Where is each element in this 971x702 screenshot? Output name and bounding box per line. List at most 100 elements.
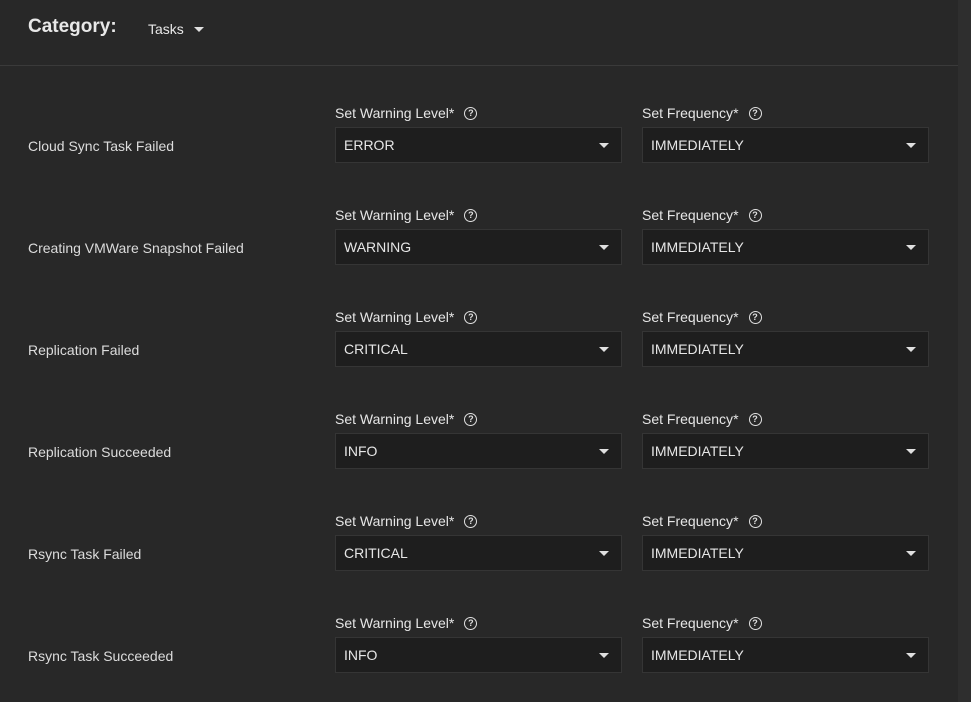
category-header: Category: Tasks: [0, 0, 958, 66]
chevron-down-icon: [599, 346, 609, 352]
alert-name: Cloud Sync Task Failed: [28, 138, 175, 154]
frequency-field: Set Frequency * ? IMMEDIATELY: [642, 205, 929, 265]
alert-name: Creating VMWare Snapshot Failed: [28, 240, 244, 256]
frequency-field: Set Frequency * ? IMMEDIATELY: [642, 613, 929, 673]
frequency-label: Set Frequency * ?: [642, 613, 929, 633]
warning-level-label-text: Set Warning Level: [335, 105, 449, 121]
required-marker: *: [733, 615, 739, 631]
required-marker: *: [733, 309, 739, 325]
warning-level-label: Set Warning Level * ?: [335, 511, 622, 531]
alert-row: Replication Failed Set Warning Level * ? …: [0, 307, 958, 409]
help-icon[interactable]: ?: [464, 514, 478, 528]
help-icon[interactable]: ?: [464, 106, 478, 120]
warning-level-value: INFO: [344, 443, 378, 459]
required-marker: *: [733, 105, 739, 121]
help-icon[interactable]: ?: [748, 310, 762, 324]
frequency-label-text: Set Frequency: [642, 105, 734, 121]
alert-row: Rsync Task Failed Set Warning Level * ? C…: [0, 511, 958, 613]
chevron-down-icon: [906, 652, 916, 658]
chevron-down-icon: [599, 448, 609, 454]
chevron-down-icon: [906, 346, 916, 352]
warning-level-select[interactable]: INFO: [335, 433, 622, 469]
frequency-select[interactable]: IMMEDIATELY: [642, 433, 929, 469]
chevron-down-icon: [599, 652, 609, 658]
warning-level-label: Set Warning Level * ?: [335, 307, 622, 327]
frequency-value: IMMEDIATELY: [651, 443, 744, 459]
chevron-down-icon: [906, 448, 916, 454]
frequency-label-text: Set Frequency: [642, 309, 734, 325]
warning-level-field: Set Warning Level * ? INFO: [335, 409, 622, 469]
warning-level-value: WARNING: [344, 239, 412, 255]
chevron-down-icon: [906, 550, 916, 556]
warning-level-value: INFO: [344, 647, 378, 663]
frequency-label-text: Set Frequency: [642, 513, 734, 529]
frequency-value: IMMEDIATELY: [651, 239, 744, 255]
required-marker: *: [448, 411, 455, 427]
alert-name: Replication Succeeded: [28, 444, 172, 460]
alert-name: Replication Failed: [28, 342, 140, 358]
frequency-select[interactable]: IMMEDIATELY: [642, 637, 929, 673]
required-marker: *: [448, 513, 455, 529]
warning-level-label: Set Warning Level * ?: [335, 205, 622, 225]
warning-level-field: Set Warning Level * ? CRITICAL: [335, 511, 622, 571]
frequency-select[interactable]: IMMEDIATELY: [642, 127, 929, 163]
warning-level-label-text: Set Warning Level: [335, 411, 449, 427]
alert-row: Cloud Sync Task Failed Set Warning Level…: [0, 103, 958, 205]
frequency-select[interactable]: IMMEDIATELY: [642, 229, 929, 265]
help-icon[interactable]: ?: [748, 106, 762, 120]
help-icon[interactable]: ?: [748, 616, 762, 630]
frequency-label: Set Frequency * ?: [642, 511, 929, 531]
help-icon[interactable]: ?: [748, 514, 762, 528]
alert-row: Rsync Task Succeeded Set Warning Level * …: [0, 613, 958, 702]
frequency-value: IMMEDIATELY: [651, 647, 744, 663]
warning-level-field: Set Warning Level * ? ERROR: [335, 103, 622, 163]
required-marker: *: [448, 309, 455, 325]
chevron-down-icon: [599, 550, 609, 556]
frequency-label-text: Set Frequency: [642, 615, 734, 631]
scrollbar[interactable]: [958, 0, 971, 702]
warning-level-select[interactable]: CRITICAL: [335, 535, 622, 571]
warning-level-field: Set Warning Level * ? CRITICAL: [335, 307, 622, 367]
frequency-label: Set Frequency * ?: [642, 205, 929, 225]
frequency-field: Set Frequency * ? IMMEDIATELY: [642, 103, 929, 163]
warning-level-label: Set Warning Level * ?: [335, 613, 622, 633]
category-dropdown[interactable]: Tasks: [148, 21, 204, 37]
frequency-value: IMMEDIATELY: [651, 341, 744, 357]
required-marker: *: [733, 411, 739, 427]
frequency-select[interactable]: IMMEDIATELY: [642, 535, 929, 571]
warning-level-value: CRITICAL: [344, 341, 408, 357]
help-icon[interactable]: ?: [464, 208, 478, 222]
frequency-field: Set Frequency * ? IMMEDIATELY: [642, 511, 929, 571]
chevron-down-icon: [193, 26, 204, 32]
chevron-down-icon: [906, 244, 916, 250]
warning-level-label: Set Warning Level * ?: [335, 103, 622, 123]
warning-level-select[interactable]: ERROR: [335, 127, 622, 163]
warning-level-field: Set Warning Level * ? WARNING: [335, 205, 622, 265]
help-icon[interactable]: ?: [748, 208, 762, 222]
frequency-field: Set Frequency * ? IMMEDIATELY: [642, 409, 929, 469]
category-label: Category:: [28, 16, 117, 37]
warning-level-value: ERROR: [344, 137, 395, 153]
frequency-label: Set Frequency * ?: [642, 409, 929, 429]
help-icon[interactable]: ?: [464, 616, 478, 630]
warning-level-label-text: Set Warning Level: [335, 513, 449, 529]
warning-level-select[interactable]: WARNING: [335, 229, 622, 265]
alert-name: Rsync Task Succeeded: [28, 648, 174, 664]
help-icon[interactable]: ?: [748, 412, 762, 426]
frequency-label-text: Set Frequency: [642, 207, 734, 223]
warning-level-label-text: Set Warning Level: [335, 207, 449, 223]
frequency-value: IMMEDIATELY: [651, 545, 744, 561]
chevron-down-icon: [599, 244, 609, 250]
alert-settings-page: Category: Tasks Cloud Sync Task Failed S…: [0, 0, 971, 702]
alert-name: Rsync Task Failed: [28, 546, 142, 562]
frequency-select[interactable]: IMMEDIATELY: [642, 331, 929, 367]
warning-level-select[interactable]: CRITICAL: [335, 331, 622, 367]
required-marker: *: [448, 105, 455, 121]
chevron-down-icon: [906, 142, 916, 148]
required-marker: *: [733, 207, 739, 223]
help-icon[interactable]: ?: [464, 412, 478, 426]
warning-level-select[interactable]: INFO: [335, 637, 622, 673]
warning-level-label-text: Set Warning Level: [335, 615, 449, 631]
warning-level-label: Set Warning Level * ?: [335, 409, 622, 429]
help-icon[interactable]: ?: [464, 310, 478, 324]
